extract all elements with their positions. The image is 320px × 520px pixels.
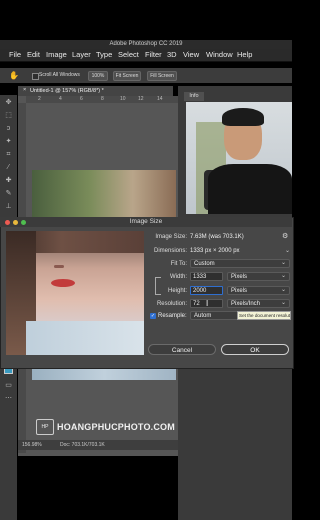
document-tab-title: Untitled-1 @ 157% (RGB/8*) * bbox=[30, 88, 104, 94]
status-bar: 156.98% Doc: 703.1K/703.1K bbox=[18, 440, 178, 450]
ruler-tick: 4 bbox=[59, 96, 62, 102]
menu-filter[interactable]: Filter bbox=[145, 50, 162, 60]
height-input[interactable]: 2000 bbox=[190, 286, 223, 295]
preview-nose bbox=[54, 265, 64, 268]
fit-to-dropdown[interactable]: Custom bbox=[190, 259, 290, 268]
scroll-all-windows-label: Scroll All Windows bbox=[39, 72, 80, 78]
app-title: Adobe Photoshop CC 2019 bbox=[109, 41, 183, 47]
image-size-value: 7.63M (was 703.1K) bbox=[190, 234, 244, 240]
menu-layer[interactable]: Layer bbox=[72, 50, 91, 60]
dimensions-value: 1333 px × 2000 px bbox=[190, 248, 240, 254]
webcam-person-hair bbox=[222, 108, 264, 126]
menu-view[interactable]: View bbox=[183, 50, 199, 60]
cancel-button[interactable]: Cancel bbox=[148, 344, 216, 355]
menu-bar: File Edit Image Layer Type Select Filter… bbox=[0, 49, 292, 62]
webcam-overlay bbox=[186, 102, 292, 214]
fit-to-label: Fit To: bbox=[170, 261, 187, 267]
dimensions-label: Dimensions: bbox=[153, 248, 187, 254]
eyedropper-tool-icon[interactable]: ⁄ bbox=[5, 164, 12, 171]
marquee-tool-icon[interactable]: ⬚ bbox=[5, 112, 12, 119]
ruler-tick: 10 bbox=[120, 96, 126, 102]
lasso-tool-icon[interactable]: ↄ bbox=[5, 125, 12, 132]
info-panel-tab[interactable]: Info bbox=[184, 92, 204, 101]
zoom-light-icon[interactable] bbox=[21, 220, 26, 225]
move-tool-icon[interactable]: ✥ bbox=[5, 99, 12, 106]
webcam-person-shirt bbox=[208, 164, 292, 214]
dimensions-units-chevron-icon[interactable]: ⌄ bbox=[285, 247, 290, 254]
preview-lips bbox=[51, 279, 75, 287]
width-input[interactable]: 1333 bbox=[190, 272, 223, 281]
options-bar: ✋ Scroll All Windows 100% Fit Screen Fil… bbox=[0, 68, 292, 83]
resample-label: Resample: bbox=[158, 313, 187, 319]
menu-image[interactable]: Image bbox=[46, 50, 67, 60]
height-unit-dropdown[interactable]: Pixels bbox=[227, 286, 290, 295]
ruler-horizontal: 2 4 6 8 10 12 14 bbox=[26, 96, 178, 103]
image-preview[interactable] bbox=[6, 231, 144, 355]
menu-select[interactable]: Select bbox=[118, 50, 139, 60]
height-label: Height: bbox=[167, 288, 187, 294]
watermark-text: HOANGPHUCPHOTO.COM bbox=[57, 422, 175, 432]
crop-tool-icon[interactable]: ⌗ bbox=[5, 151, 12, 158]
watermark-logo: HP bbox=[36, 419, 54, 435]
menu-edit[interactable]: Edit bbox=[27, 50, 40, 60]
menu-file[interactable]: File bbox=[9, 50, 21, 60]
ruler-tick: 6 bbox=[80, 96, 83, 102]
menu-type[interactable]: Type bbox=[96, 50, 112, 60]
ruler-tick: 8 bbox=[101, 96, 104, 102]
healing-brush-tool-icon[interactable]: ✚ bbox=[5, 177, 12, 184]
screen-mode-icon[interactable]: ▭ bbox=[5, 382, 12, 389]
status-zoom: 156.98% bbox=[22, 442, 42, 448]
magic-wand-tool-icon[interactable]: ✦ bbox=[5, 138, 12, 145]
fill-screen-button[interactable]: Fill Screen bbox=[147, 71, 177, 81]
resolution-tooltip: Set the document resolution bbox=[237, 311, 291, 320]
menu-help[interactable]: Help bbox=[237, 50, 252, 60]
app-title-bar: Adobe Photoshop CC 2019 bbox=[0, 40, 292, 49]
edit-toolbar-icon[interactable]: ⋯ bbox=[5, 395, 12, 402]
settings-gear-icon[interactable]: ⚙ bbox=[282, 232, 288, 240]
dialog-title: Image Size bbox=[129, 218, 163, 225]
menu-3d[interactable]: 3D bbox=[167, 50, 177, 60]
width-unit-dropdown[interactable]: Pixels bbox=[227, 272, 290, 281]
document-tab[interactable]: × Untitled-1 @ 157% (RGB/8*) * bbox=[18, 86, 173, 96]
resolution-label: Resolution: bbox=[156, 301, 187, 307]
hand-tool-icon[interactable]: ✋ bbox=[9, 71, 19, 80]
ruler-tick: 12 bbox=[138, 96, 144, 102]
resolution-unit-dropdown[interactable]: Pixels/Inch bbox=[227, 299, 290, 308]
minimize-light-icon[interactable] bbox=[13, 220, 18, 225]
ok-button[interactable]: OK bbox=[221, 344, 289, 355]
preview-shirt bbox=[26, 321, 144, 355]
stamp-tool-icon[interactable]: ⊥ bbox=[5, 203, 12, 210]
close-light-icon[interactable] bbox=[5, 220, 10, 225]
menu-window[interactable]: Window bbox=[206, 50, 233, 60]
status-doc-size: Doc: 703.1K/703.1K bbox=[60, 442, 105, 448]
brush-tool-icon[interactable]: ✎ bbox=[5, 190, 12, 197]
ruler-tick: 2 bbox=[38, 96, 41, 102]
fit-screen-button[interactable]: Fit Screen bbox=[113, 71, 141, 81]
scroll-all-windows-checkbox[interactable] bbox=[32, 73, 39, 80]
dialog-title-bar: Image Size bbox=[0, 217, 292, 227]
zoom-100-button[interactable]: 100% bbox=[88, 71, 108, 81]
ruler-tick: 14 bbox=[157, 96, 163, 102]
image-size-label: Image Size: bbox=[155, 234, 187, 240]
text-cursor-icon: I bbox=[206, 299, 209, 308]
resample-checkbox[interactable]: ✓ bbox=[150, 313, 156, 319]
document-close-icon[interactable]: × bbox=[23, 87, 26, 93]
